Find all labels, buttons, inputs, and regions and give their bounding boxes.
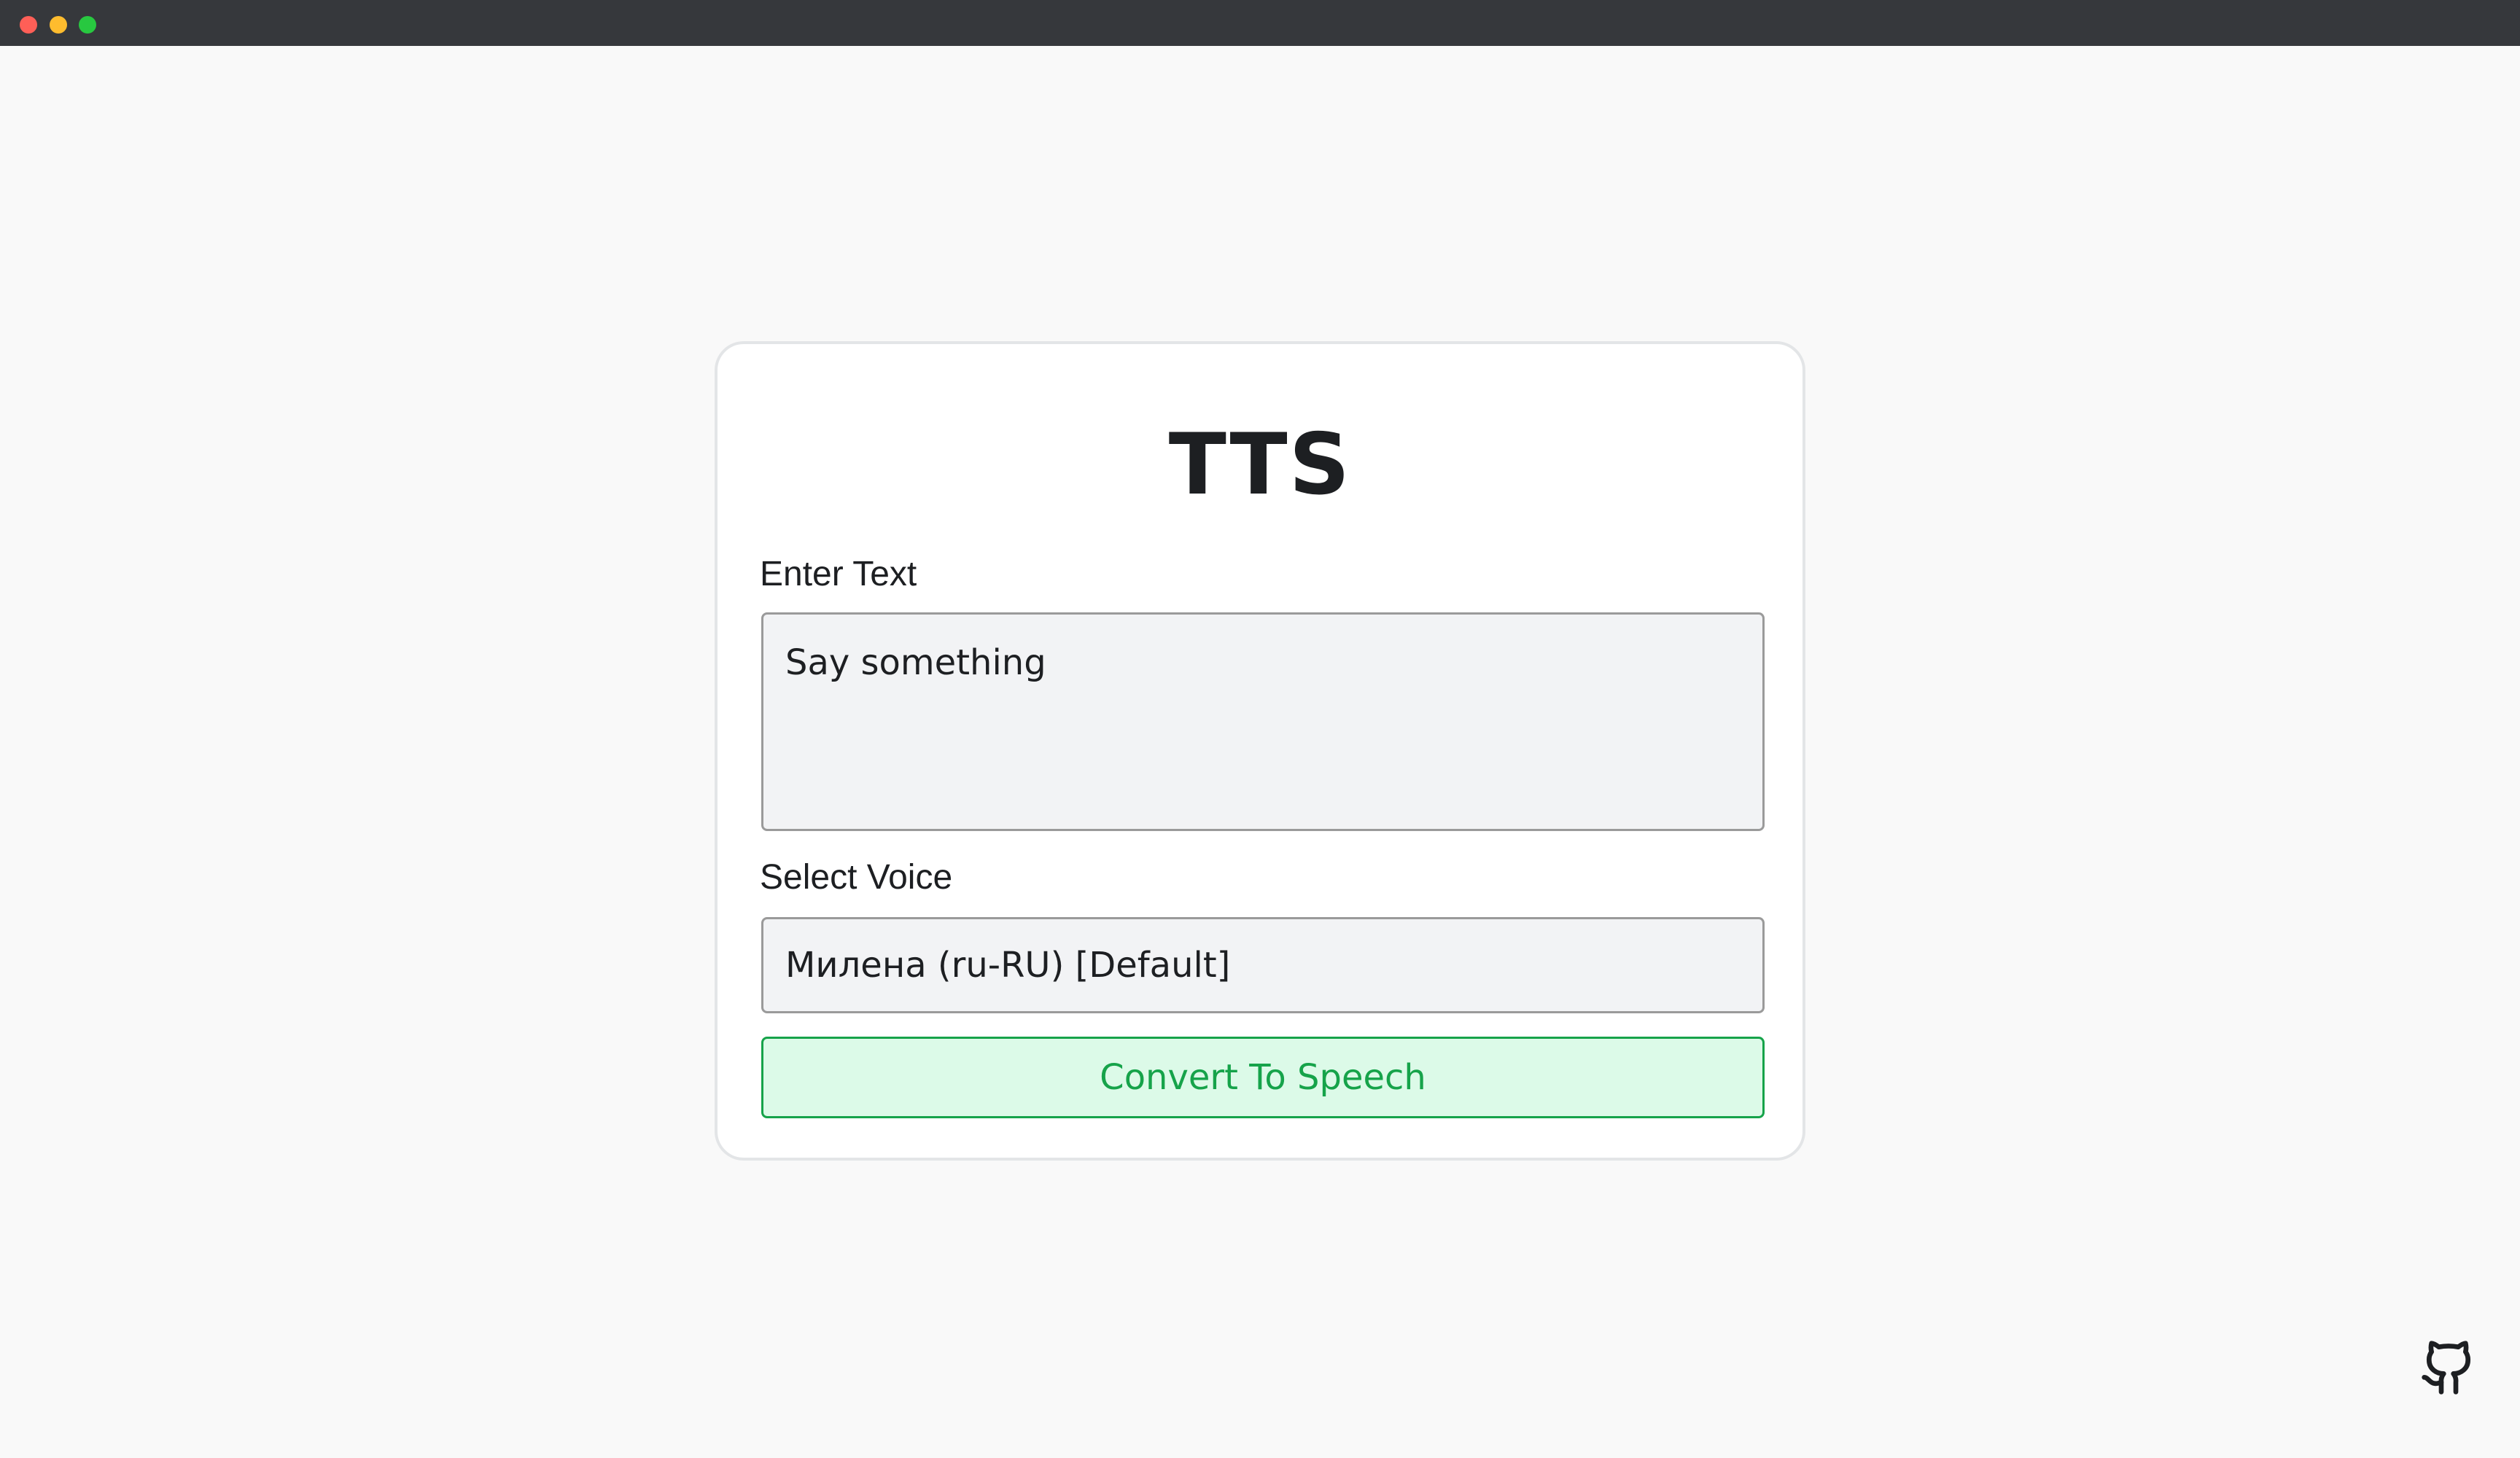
window-maximize-button[interactable] (79, 16, 96, 34)
window-close-button[interactable] (20, 16, 37, 34)
window-titlebar (0, 0, 2520, 46)
convert-to-speech-button[interactable]: Convert To Speech (761, 1037, 1765, 1118)
voice-select[interactable]: Милена (ru-RU) [Default] (761, 917, 1765, 1013)
convert-button-label: Convert To Speech (1100, 1057, 1426, 1098)
select-voice-label: Select Voice (760, 858, 953, 897)
text-input[interactable] (761, 612, 1765, 831)
page-title: TTS (1168, 416, 1352, 514)
github-icon[interactable] (2419, 1338, 2478, 1397)
window-minimize-button[interactable] (50, 16, 67, 34)
tts-card: TTS Enter Text Select Voice Милена (ru-R… (715, 341, 1805, 1161)
voice-select-value: Милена (ru-RU) [Default] (785, 945, 1231, 986)
github-icon-svg (2422, 1341, 2471, 1395)
enter-text-label: Enter Text (760, 555, 917, 593)
